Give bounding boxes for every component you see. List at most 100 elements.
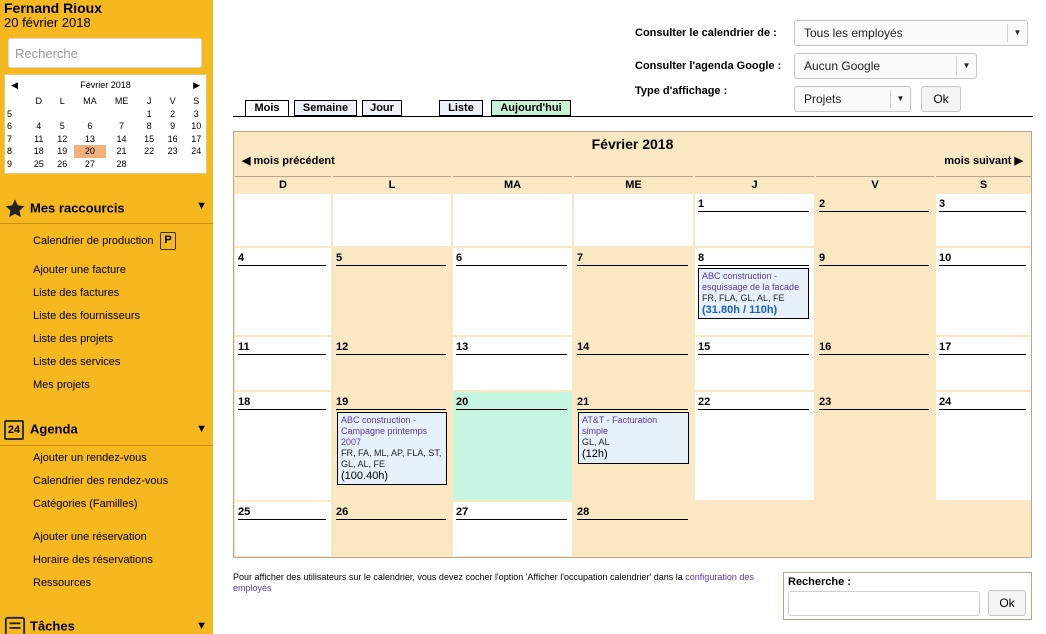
google-agenda-select[interactable]: Aucun Google ▼: [794, 53, 977, 79]
calendar-search-input[interactable]: [788, 591, 980, 616]
shortcuts-section-header[interactable]: Mes raccourcis: [4, 198, 125, 220]
calendar-day-cell[interactable]: 25: [235, 502, 331, 556]
calendar-day-cell-today[interactable]: 20: [453, 392, 572, 500]
calendar-day-cell[interactable]: 18: [235, 392, 331, 500]
calendar-day-cell[interactable]: 22: [695, 392, 814, 500]
calendar-day-cell[interactable]: 14: [574, 337, 693, 390]
mini-calendar-day[interactable]: [106, 108, 138, 121]
mini-calendar-day[interactable]: 25: [27, 158, 51, 171]
sidebar-item-add-invoice[interactable]: Ajouter une facture: [33, 264, 126, 276]
tab-list[interactable]: Liste: [439, 100, 483, 116]
mini-calendar-day[interactable]: 6: [74, 120, 106, 133]
mini-calendar-day[interactable]: 18: [27, 145, 51, 158]
mini-calendar-day[interactable]: 15: [137, 133, 161, 146]
mini-calendar-day[interactable]: 2: [161, 108, 185, 121]
calendar-day-cell[interactable]: 9: [816, 248, 934, 335]
mini-calendar-day[interactable]: 16: [161, 133, 185, 146]
tab-today[interactable]: Aujourd'hui: [491, 100, 571, 116]
mini-calendar-day[interactable]: [184, 158, 208, 171]
mini-calendar-day-today[interactable]: 20: [74, 145, 106, 158]
calendar-day-cell[interactable]: 26: [333, 502, 451, 556]
event-title-link[interactable]: ABC construction - esquissage de la faca…: [702, 271, 805, 293]
mini-calendar-day[interactable]: 23: [161, 145, 185, 158]
tasks-chevron-down-icon[interactable]: ▼: [196, 620, 207, 632]
sidebar-item-reservation-schedule[interactable]: Horaire des réservations: [33, 554, 153, 566]
sidebar-item-categories[interactable]: Catégories (Familles): [33, 498, 138, 510]
mini-calendar-day[interactable]: 1: [137, 108, 161, 121]
sidebar-item-resources[interactable]: Ressources: [33, 577, 91, 589]
mini-calendar-day[interactable]: 11: [27, 133, 51, 146]
shortcuts-chevron-down-icon[interactable]: ▼: [196, 200, 207, 212]
display-type-select[interactable]: Projets ▼: [794, 86, 911, 112]
event-title-link[interactable]: AT&T - Facturation simple: [582, 415, 685, 437]
agenda-chevron-down-icon[interactable]: ▼: [196, 423, 207, 435]
calendar-day-cell[interactable]: 23: [816, 392, 934, 500]
calendar-day-cell[interactable]: 10: [936, 248, 1031, 335]
display-ok-button[interactable]: Ok: [921, 86, 961, 112]
mini-calendar-day[interactable]: 13: [74, 133, 106, 146]
mini-calendar-day[interactable]: [51, 108, 75, 121]
sidebar-item-my-projects[interactable]: Mes projets: [33, 379, 90, 391]
tab-day[interactable]: Jour: [362, 100, 402, 116]
mini-calendar-day[interactable]: 24: [184, 145, 208, 158]
sidebar-item-invoice-list[interactable]: Liste des factures: [33, 287, 119, 299]
sidebar-item-appointment-calendar[interactable]: Calendrier des rendez-vous: [33, 475, 168, 487]
tab-month[interactable]: Mois: [245, 100, 289, 117]
calendar-day-cell[interactable]: 19 ABC construction - Campagne printemps…: [333, 392, 451, 500]
mini-calendar-day[interactable]: [27, 108, 51, 121]
mini-calendar-day[interactable]: 27: [74, 158, 106, 171]
mini-calendar-day[interactable]: 26: [51, 158, 75, 171]
mini-calendar-day[interactable]: 5: [51, 120, 75, 133]
mini-calendar-day[interactable]: 7: [106, 120, 138, 133]
sidebar-item-supplier-list[interactable]: Liste des fournisseurs: [33, 310, 140, 322]
mini-calendar-day[interactable]: 8: [137, 120, 161, 133]
mini-calendar-day[interactable]: 21: [106, 145, 138, 158]
mini-calendar-day[interactable]: 28: [106, 158, 138, 171]
mini-calendar-day[interactable]: [74, 108, 106, 121]
calendar-day-cell[interactable]: 4: [235, 248, 331, 335]
mini-calendar-day[interactable]: 12: [51, 133, 75, 146]
calendar-day-cell[interactable]: 1: [695, 194, 814, 246]
mini-calendar-next-icon[interactable]: ▶: [193, 77, 200, 93]
calendar-day-cell[interactable]: 17: [936, 337, 1031, 390]
calendar-day-cell[interactable]: 12: [333, 337, 451, 390]
sidebar-item-production-calendar[interactable]: Calendrier de production: [33, 235, 153, 247]
sidebar-item-project-list[interactable]: Liste des projets: [33, 333, 113, 345]
calendar-day-cell[interactable]: 3: [936, 194, 1031, 246]
sidebar-item-service-list[interactable]: Liste des services: [33, 356, 120, 368]
mini-calendar-day[interactable]: 10: [184, 120, 208, 133]
calendar-day-cell[interactable]: 27: [453, 502, 572, 556]
calendar-of-select[interactable]: Tous les employés ▼: [794, 20, 1028, 46]
calendar-day-cell[interactable]: 16: [816, 337, 934, 390]
next-month-link[interactable]: mois suivant ▶: [944, 154, 1023, 167]
calendar-day-cell[interactable]: 15: [695, 337, 814, 390]
sidebar-item-add-reservation[interactable]: Ajouter une réservation: [33, 531, 147, 543]
calendar-day-cell[interactable]: 7: [574, 248, 693, 335]
mini-calendar-day[interactable]: 19: [51, 145, 75, 158]
calendar-event[interactable]: ABC construction - esquissage de la faca…: [698, 268, 809, 319]
event-title-link[interactable]: ABC construction - Campagne printemps 20…: [341, 415, 443, 448]
tab-week[interactable]: Semaine: [294, 100, 357, 116]
mini-calendar-day[interactable]: 3: [184, 108, 208, 121]
calendar-day-cell[interactable]: 24: [936, 392, 1031, 500]
calendar-day-cell[interactable]: 6: [453, 248, 572, 335]
calendar-day-cell[interactable]: 21 AT&T - Facturation simple GL, AL (12h…: [574, 392, 693, 500]
mini-calendar-day[interactable]: 9: [161, 120, 185, 133]
calendar-day-cell[interactable]: 28: [574, 502, 693, 556]
mini-calendar-day[interactable]: [161, 158, 185, 171]
mini-calendar-day[interactable]: 4: [27, 120, 51, 133]
agenda-section-header[interactable]: 24 Agenda: [4, 420, 78, 440]
calendar-day-cell[interactable]: 2: [816, 194, 934, 246]
calendar-day-cell[interactable]: 13: [453, 337, 572, 390]
mini-calendar-day[interactable]: [137, 158, 161, 171]
sidebar-search-input[interactable]: [8, 38, 202, 68]
mini-calendar-day[interactable]: 14: [106, 133, 138, 146]
mini-calendar-day[interactable]: 22: [137, 145, 161, 158]
tasks-section-header[interactable]: Tâches: [4, 616, 75, 634]
calendar-day-cell[interactable]: 11: [235, 337, 331, 390]
calendar-search-ok-button[interactable]: Ok: [988, 590, 1026, 616]
previous-month-link[interactable]: ◀ mois précédent: [242, 154, 335, 167]
calendar-event[interactable]: ABC construction - Campagne printemps 20…: [337, 412, 447, 485]
calendar-event[interactable]: AT&T - Facturation simple GL, AL (12h): [578, 412, 689, 464]
sidebar-item-add-appointment[interactable]: Ajouter un rendez-vous: [33, 452, 147, 464]
